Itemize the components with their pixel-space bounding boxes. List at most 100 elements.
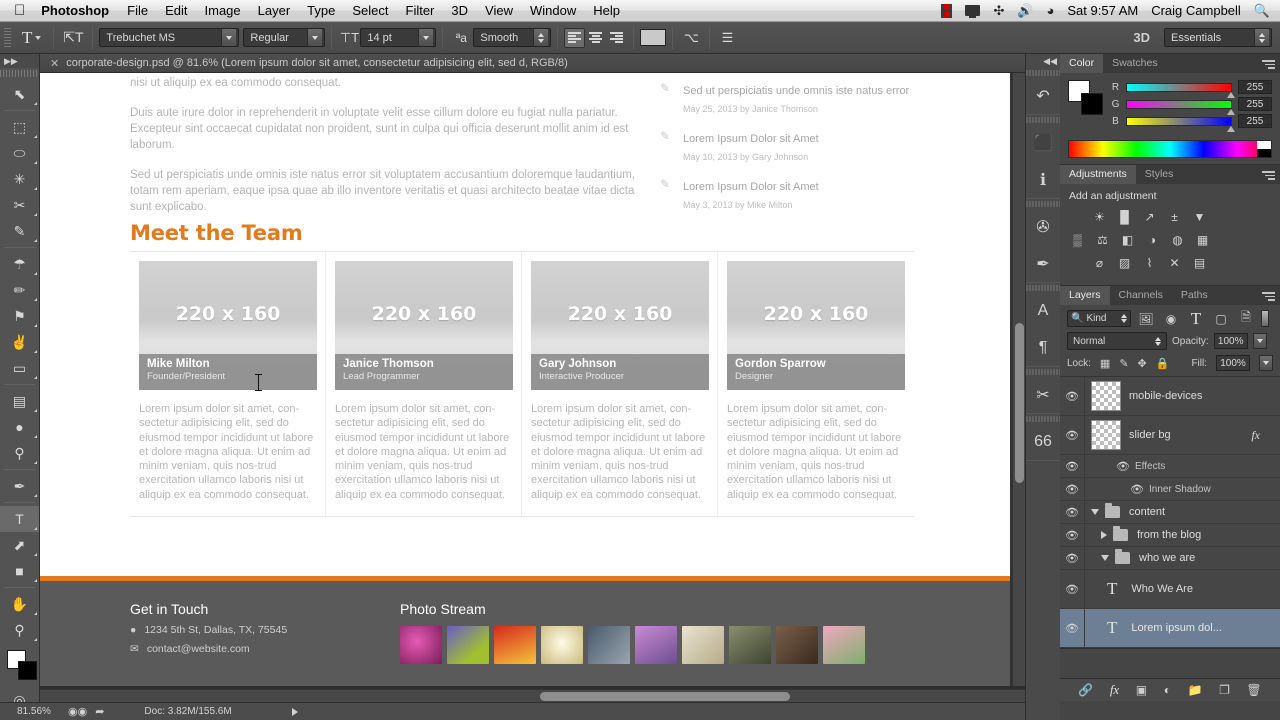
brush-presets-panel-icon[interactable]: ✇ bbox=[1026, 208, 1060, 245]
tools-panel-grip[interactable] bbox=[0, 68, 39, 78]
collapse-panel-icon[interactable]: ▶▶ bbox=[0, 54, 39, 68]
group-disclosure-icon[interactable] bbox=[1091, 509, 1099, 515]
layer-thumbnail[interactable] bbox=[1091, 381, 1121, 411]
layer-row[interactable]: 👁 T Who We Are bbox=[1060, 570, 1280, 609]
font-family-select[interactable]: Trebuchet MS bbox=[99, 28, 240, 47]
3d-panel-icon[interactable]: ⬛ bbox=[1026, 124, 1060, 161]
new-layer-icon[interactable]: ❐ bbox=[1219, 683, 1230, 697]
toggle-character-paragraph-panels-icon[interactable]: ☰ bbox=[716, 30, 738, 46]
brush-tool-icon[interactable]: ✏ bbox=[0, 277, 39, 303]
fill-value[interactable]: 100% bbox=[1216, 355, 1250, 371]
email-line[interactable]: ✉ contact@website.com bbox=[130, 643, 287, 655]
scrollbar-thumb[interactable] bbox=[540, 692, 790, 701]
smart-object-filter-icon[interactable]: 🗎 bbox=[1236, 310, 1256, 327]
posterize-icon[interactable]: ▨ bbox=[1116, 254, 1133, 271]
delete-layer-icon[interactable]: 🗑 bbox=[1246, 683, 1261, 697]
team-member-card[interactable]: 220 x 160 Gordon Sparrow Designer Lorem ips… bbox=[718, 252, 914, 516]
tab-swatches[interactable]: Swatches bbox=[1103, 54, 1167, 73]
levels-icon[interactable]: █ bbox=[1116, 208, 1133, 225]
share-icon[interactable]: ➦ bbox=[95, 705, 104, 718]
opacity-value[interactable]: 100% bbox=[1213, 333, 1248, 349]
layer-thumbnail[interactable] bbox=[1091, 420, 1121, 450]
eraser-tool-icon[interactable]: ▭ bbox=[0, 355, 39, 381]
white-black-swatches[interactable] bbox=[1257, 141, 1271, 157]
hue-saturation-icon[interactable]: ▒ bbox=[1069, 231, 1086, 248]
menu-edit[interactable]: Edit bbox=[165, 3, 187, 18]
display-icon[interactable] bbox=[965, 5, 981, 18]
align-right-icon[interactable] bbox=[606, 28, 627, 48]
layer-visibility-icon[interactable]: 👁 bbox=[1060, 390, 1084, 403]
black-white-icon[interactable]: ◧ bbox=[1119, 231, 1136, 248]
text-color-swatch[interactable] bbox=[640, 29, 667, 46]
zoom-level[interactable]: 81.56% bbox=[0, 706, 68, 717]
collapse-dock-icon[interactable]: ◀◀ bbox=[1026, 54, 1060, 68]
panel-menu-icon[interactable] bbox=[1262, 169, 1275, 182]
exposure-icon[interactable]: ± bbox=[1166, 208, 1183, 225]
info-panel-icon[interactable]: ℹ bbox=[1026, 161, 1060, 198]
spot-healing-brush-tool-icon[interactable]: ☂ bbox=[0, 251, 39, 277]
list-item[interactable]: ✎ Lorem Ipsum Dolor sit Amet May 10, 201… bbox=[660, 129, 960, 165]
channel-value-g[interactable]: 255 bbox=[1238, 97, 1272, 111]
channel-value-r[interactable]: 255 bbox=[1238, 80, 1272, 94]
menu-select[interactable]: Select bbox=[352, 3, 388, 18]
menu-help[interactable]: Help bbox=[593, 3, 620, 18]
panel-group-grip[interactable] bbox=[1026, 414, 1060, 423]
document-tab[interactable]: ✕ corporate-design.psd @ 81.6% (Lorem ip… bbox=[40, 54, 1025, 73]
slider-r[interactable] bbox=[1126, 82, 1235, 98]
options-bar-grip[interactable] bbox=[4, 27, 11, 48]
list-item[interactable]: ✎ Sed ut perspiciatis unde omnis iste na… bbox=[660, 81, 960, 117]
layer-mask-icon[interactable]: ▣ bbox=[1136, 683, 1147, 697]
close-tab-icon[interactable]: ✕ bbox=[50, 57, 59, 70]
wifi-icon[interactable]: ◕ bbox=[1047, 3, 1055, 18]
zoom-tool-icon[interactable]: ⚲ bbox=[0, 617, 39, 643]
layer-row[interactable]: 👁 who we are bbox=[1060, 547, 1280, 570]
menu-3d[interactable]: 3D bbox=[451, 3, 468, 18]
tab-paths[interactable]: Paths bbox=[1172, 286, 1217, 305]
slider-knob[interactable] bbox=[1227, 108, 1235, 115]
type-layer-filter-icon[interactable]: T bbox=[1186, 309, 1206, 328]
menu-file[interactable]: File bbox=[127, 3, 148, 18]
history-panel-icon[interactable]: ↶ bbox=[1026, 77, 1060, 114]
lock-position-icon[interactable]: ✥ bbox=[1138, 357, 1147, 370]
slider-b[interactable] bbox=[1126, 116, 1235, 132]
pixel-layer-filter-icon[interactable]: 🖼 bbox=[1136, 310, 1156, 327]
dodge-tool-icon[interactable]: ⚲ bbox=[0, 440, 39, 466]
layer-row[interactable]: 👁 👁 Effects bbox=[1060, 455, 1280, 478]
crop-tool-icon[interactable]: ✂ bbox=[0, 192, 39, 218]
expand-status-icon[interactable] bbox=[291, 707, 298, 716]
photo-thumbnail[interactable] bbox=[400, 626, 442, 664]
layer-visibility-icon[interactable]: 👁 bbox=[1060, 506, 1084, 519]
team-member-card[interactable]: 220 x 160 Gary Johnson Interactive Produce… bbox=[522, 252, 718, 517]
layer-row[interactable]: 👁 T Lorem ipsum dol... bbox=[1060, 609, 1280, 648]
vibrance-icon[interactable]: ▼ bbox=[1191, 208, 1208, 225]
quick-selection-tool-icon[interactable]: ✳ bbox=[0, 166, 39, 192]
blur-tool-icon[interactable]: ● bbox=[0, 414, 39, 440]
spotlight-search-icon[interactable]: 🔍 bbox=[1254, 3, 1270, 19]
pen-tool-icon[interactable]: ✒ bbox=[0, 473, 39, 499]
layer-visibility-icon[interactable]: 👁 bbox=[1060, 622, 1084, 635]
menu-user-name[interactable]: Craig Campbell bbox=[1151, 3, 1241, 18]
menu-filter[interactable]: Filter bbox=[406, 3, 435, 18]
team-member-card[interactable]: 220 x 160 Janice Thomson Lead Programmer Lo… bbox=[326, 252, 522, 517]
menu-image[interactable]: Image bbox=[205, 3, 241, 18]
layer-filter-kind-select[interactable]: 🔍 Kind bbox=[1067, 310, 1131, 327]
tab-layers[interactable]: Layers bbox=[1060, 286, 1110, 305]
photo-thumbnail[interactable] bbox=[823, 626, 865, 664]
photo-thumbnail[interactable] bbox=[635, 626, 677, 664]
camera-raw-icon[interactable]: ◉◉ bbox=[68, 705, 87, 718]
layer-visibility-icon[interactable]: 👁 bbox=[1060, 552, 1084, 565]
curves-icon[interactable]: ↗ bbox=[1141, 208, 1158, 225]
background-color-swatch[interactable] bbox=[1081, 93, 1103, 115]
panel-menu-icon[interactable] bbox=[1262, 290, 1275, 303]
lock-transparent-pixels-icon[interactable]: ▦ bbox=[1100, 357, 1110, 370]
effect-visibility-icon[interactable]: 👁 bbox=[1125, 483, 1149, 496]
link-layers-icon[interactable]: 🔗 bbox=[1078, 683, 1093, 697]
type-layer-icon[interactable]: T bbox=[1107, 579, 1117, 599]
selective-color-icon[interactable]: ✕ bbox=[1166, 254, 1183, 271]
3d-mode-label[interactable]: 3D bbox=[1133, 30, 1150, 45]
menu-type[interactable]: Type bbox=[307, 3, 335, 18]
adjustment-layer-filter-icon[interactable]: ◉ bbox=[1161, 310, 1181, 327]
align-left-icon[interactable] bbox=[564, 27, 586, 48]
paragraph-panel-icon[interactable]: ¶ bbox=[1026, 329, 1060, 366]
canvas-horizontal-scrollbar[interactable] bbox=[40, 689, 1025, 702]
